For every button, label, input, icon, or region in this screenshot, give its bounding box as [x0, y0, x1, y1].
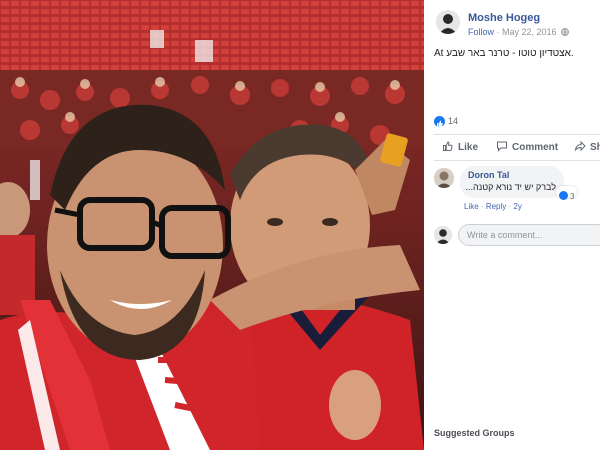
- post-photo[interactable]: [0, 0, 424, 450]
- post-date[interactable]: May 22, 2016: [502, 27, 557, 37]
- share-button-label: Share: [590, 142, 600, 153]
- comment-input[interactable]: [458, 224, 600, 246]
- thumbs-up-icon: [443, 141, 453, 151]
- comment-age[interactable]: 2y: [513, 202, 521, 211]
- share-arrow-icon: [574, 140, 586, 152]
- globe-icon: [561, 28, 569, 37]
- comment-bubble: Doron Tal לברק יש יד נורא קטנה...: [460, 166, 564, 198]
- commenter-avatar[interactable]: [434, 168, 454, 188]
- speech-bubble-icon: [497, 141, 507, 152]
- viewer-avatar-image: [434, 226, 452, 244]
- post-meta: Follow · May 22, 2016: [468, 27, 569, 37]
- comment-reaction-badge[interactable]: 3: [556, 186, 578, 201]
- divider: [434, 160, 600, 161]
- comment-reply-link[interactable]: Reply: [486, 202, 506, 211]
- viewer-avatar: [434, 226, 452, 244]
- comment-button-label: Comment: [512, 142, 559, 153]
- commenter-avatar-image: [434, 168, 454, 188]
- post-side-panel: Moshe Hogeg Follow · May 22, 2016 At אצט…: [424, 0, 600, 450]
- author-name[interactable]: Moshe Hogeg: [468, 12, 540, 24]
- thumbs-up-icon: [434, 116, 445, 127]
- post-actions: Like Comment Share: [434, 137, 600, 159]
- reaction-count: 14: [448, 116, 459, 126]
- follow-link[interactable]: Follow: [468, 27, 494, 37]
- divider: [434, 134, 600, 135]
- like-button-label: Like: [458, 142, 479, 153]
- comment-like-link[interactable]: Like: [464, 202, 479, 211]
- comment-item: Doron Tal לברק יש יד נורא קטנה... 3 Like…: [434, 166, 600, 216]
- author-avatar[interactable]: [436, 10, 460, 34]
- comment-composer: [434, 224, 600, 248]
- post-header: Moshe Hogeg Follow · May 22, 2016: [436, 10, 600, 40]
- comment-text: לברק יש יד נורא קטנה...: [465, 182, 556, 192]
- thumbs-up-icon: [559, 191, 568, 200]
- comment-reaction-count: 3: [570, 192, 575, 201]
- share-button[interactable]: Share: [574, 140, 600, 156]
- photo-illustration: [0, 0, 424, 450]
- author-avatar-image: [436, 10, 460, 34]
- like-button[interactable]: Like: [442, 140, 478, 156]
- suggested-groups-heading: Suggested Groups: [434, 428, 515, 438]
- post-text: At אצטדיון טוטו - טרנר באר שבע.: [434, 48, 574, 59]
- comment-button[interactable]: Comment: [496, 140, 558, 156]
- commenter-name[interactable]: Doron Tal: [468, 170, 556, 180]
- comment-links: Like · Reply · 2y: [464, 202, 522, 211]
